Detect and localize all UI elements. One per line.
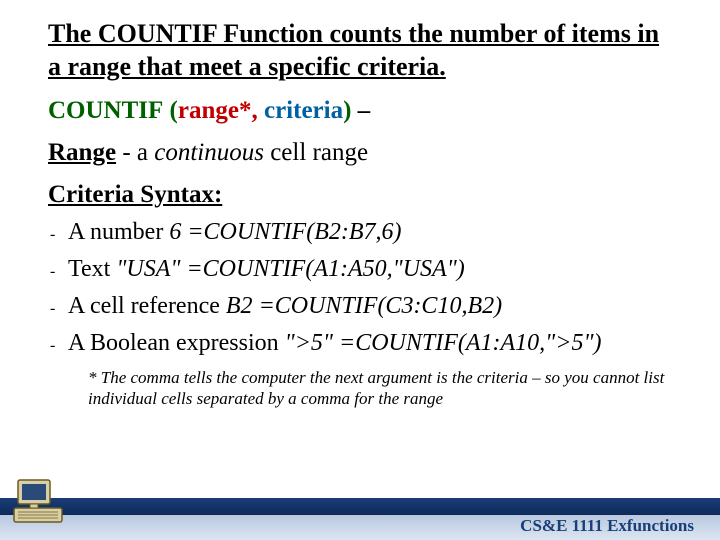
list-item: - A cell reference B2 =COUNTIF(C3:C10,B2… bbox=[50, 293, 678, 320]
bullet-dash: - bbox=[50, 337, 68, 355]
bullet-dash: - bbox=[50, 226, 68, 244]
bullet-dash: - bbox=[50, 263, 68, 281]
range-definition: Range - a continuous cell range bbox=[48, 139, 678, 167]
bullet-content: A cell reference B2 =COUNTIF(C3:C10,B2) bbox=[68, 293, 678, 320]
syntax-open: ( bbox=[170, 97, 178, 124]
syntax-range: range* bbox=[178, 97, 252, 124]
bullet-arg: 6 bbox=[169, 219, 181, 245]
bullet-formula: =COUNTIF(A1:A10,">5") bbox=[333, 330, 602, 356]
bullet-plain: A Boolean expression bbox=[68, 330, 285, 356]
bullet-arg: "USA" bbox=[116, 256, 180, 282]
list-item: - A number 6 =COUNTIF(B2:B7,6) bbox=[50, 219, 678, 246]
syntax-tail: – bbox=[351, 97, 370, 124]
bullet-arg: B2 bbox=[226, 293, 253, 319]
list-item: - A Boolean expression ">5" =COUNTIF(A1:… bbox=[50, 330, 678, 357]
bullet-formula: =COUNTIF(B2:B7,6) bbox=[181, 219, 401, 245]
footer-text: CS&E 1111 Exfunctions bbox=[520, 516, 694, 536]
bullet-content: Text "USA" =COUNTIF(A1:A50,"USA") bbox=[68, 256, 678, 283]
syntax-comma: , bbox=[251, 97, 257, 124]
range-continuous: continuous bbox=[154, 139, 264, 166]
range-label: Range bbox=[48, 139, 116, 166]
bullet-content: A Boolean expression ">5" =COUNTIF(A1:A1… bbox=[68, 330, 678, 357]
countif-syntax: COUNTIF (range*, criteria) – bbox=[48, 97, 678, 125]
bullet-plain: A cell reference bbox=[68, 293, 226, 319]
slide: The COUNTIF Function counts the number o… bbox=[0, 0, 720, 540]
footnote: * The comma tells the computer the next … bbox=[88, 367, 678, 410]
bullet-plain: A number bbox=[68, 219, 169, 245]
slide-title: The COUNTIF Function counts the number o… bbox=[48, 18, 678, 83]
syntax-fn: COUNTIF bbox=[48, 97, 163, 124]
list-item: - Text "USA" =COUNTIF(A1:A50,"USA") bbox=[50, 256, 678, 283]
computer-icon bbox=[12, 478, 64, 526]
range-sep: - a bbox=[116, 139, 154, 166]
criteria-syntax-label: Criteria Syntax: bbox=[48, 181, 678, 209]
bullet-arg: ">5" bbox=[285, 330, 333, 356]
syntax-criteria: criteria bbox=[264, 97, 343, 124]
bullet-formula: =COUNTIF(A1:A50,"USA") bbox=[180, 256, 464, 282]
bullet-dash: - bbox=[50, 300, 68, 318]
bullet-plain: Text bbox=[68, 256, 116, 282]
range-rest: cell range bbox=[264, 139, 368, 166]
bullet-content: A number 6 =COUNTIF(B2:B7,6) bbox=[68, 219, 678, 246]
criteria-bullet-list: - A number 6 =COUNTIF(B2:B7,6) - Text "U… bbox=[48, 219, 678, 357]
bullet-formula: =COUNTIF(C3:C10,B2) bbox=[253, 293, 503, 319]
